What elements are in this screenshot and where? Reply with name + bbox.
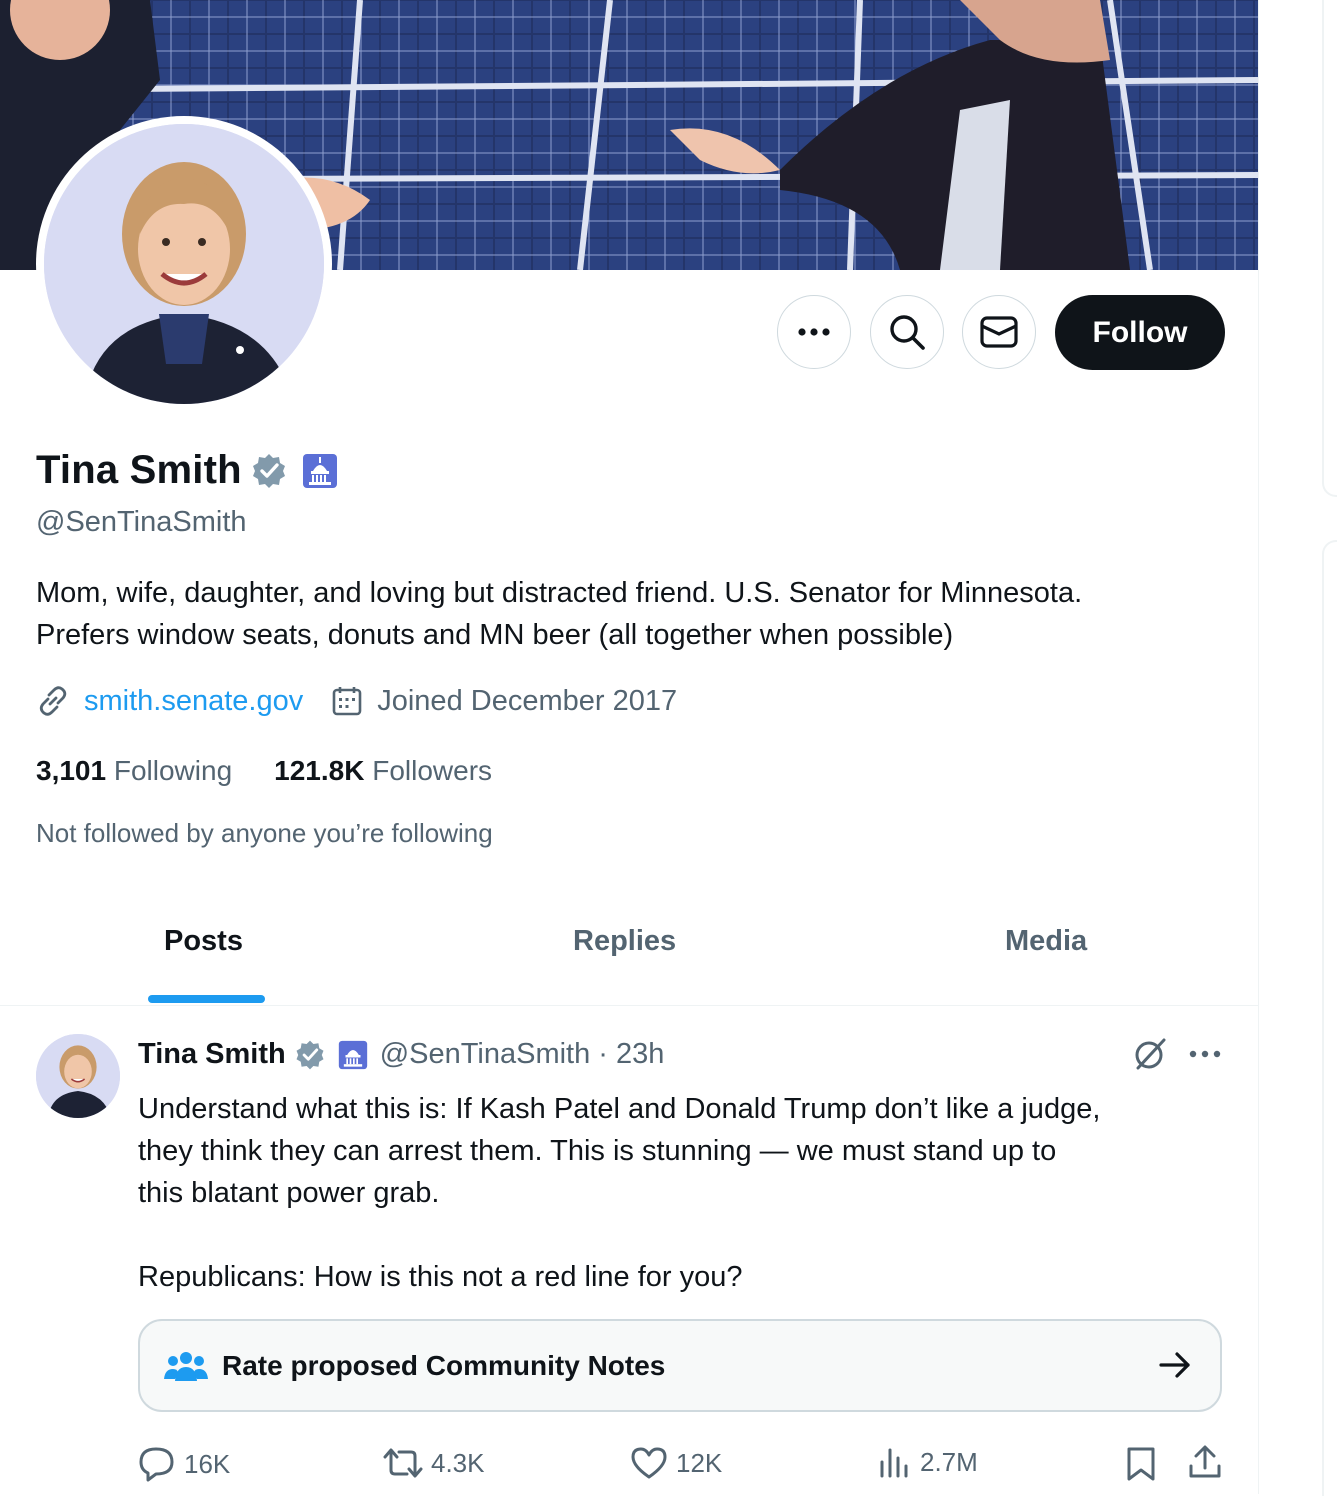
profile-meta: smith.senate.gov Joined December 2017: [36, 684, 677, 718]
tab-media[interactable]: Media: [1005, 925, 1087, 958]
bio-line: Mom, wife, daughter, and loving but dist…: [36, 577, 1083, 609]
follow-button[interactable]: Follow: [1055, 295, 1225, 370]
views-count: 2.7M: [920, 1446, 978, 1477]
like-button[interactable]: 12K: [630, 1446, 722, 1480]
search-icon: [890, 315, 925, 350]
website-link[interactable]: smith.senate.gov: [84, 685, 303, 718]
profile-avatar-frame[interactable]: [36, 116, 332, 412]
bio-line: Prefers window seats, donuts and MN beer…: [36, 619, 954, 651]
reply-count: 16K: [184, 1448, 231, 1479]
like-count: 12K: [676, 1447, 723, 1478]
following-label: Following: [113, 755, 233, 786]
search-profile-button[interactable]: [870, 295, 944, 369]
community-notes-label: Rate proposed Community Notes: [222, 1349, 666, 1381]
reply-button[interactable]: 16K: [138, 1446, 230, 1482]
more-options-button[interactable]: [777, 295, 851, 369]
avatar-image: [44, 124, 324, 404]
profile-name-row: Tina Smith: [36, 448, 338, 493]
active-tab-indicator: [148, 995, 265, 1003]
post-line: Republicans: How is this not a red line …: [138, 1261, 743, 1293]
post-line: they think they can arrest them. This is…: [138, 1135, 1057, 1167]
tab-replies[interactable]: Replies: [573, 925, 676, 958]
bookmark-icon[interactable]: [1125, 1446, 1157, 1482]
post-spacer: [138, 1214, 1228, 1256]
followers-count: 121.8K: [274, 755, 365, 786]
analytics-icon: [880, 1448, 908, 1478]
share-icon[interactable]: [1188, 1444, 1222, 1480]
side-panel-edge: [1322, 0, 1337, 497]
verified-badge-icon[interactable]: [294, 1039, 326, 1071]
profile-name: Tina Smith: [36, 448, 242, 492]
profile-column: Follow Tina Smith @SenTinaSmith Mom, wif…: [0, 0, 1259, 1494]
post-author-name[interactable]: Tina Smith: [138, 1038, 286, 1071]
repost-icon: [383, 1448, 423, 1478]
side-panel-edge: [1322, 540, 1337, 1496]
post-handle-time[interactable]: @SenTinaSmith · 23h: [380, 1038, 665, 1071]
tab-posts[interactable]: Posts: [164, 925, 243, 958]
following-count: 3,101: [36, 755, 107, 786]
heart-icon: [631, 1447, 667, 1479]
government-affiliation-icon[interactable]: [302, 453, 338, 489]
profile-handle: @SenTinaSmith: [36, 506, 247, 538]
following-link[interactable]: 3,101 Following: [36, 755, 232, 787]
mail-icon: [980, 316, 1018, 348]
views-button[interactable]: 2.7M: [878, 1446, 978, 1478]
repost-count: 4.3K: [431, 1447, 485, 1478]
arrow-right-icon: [1159, 1352, 1190, 1378]
reply-icon: [139, 1447, 174, 1482]
followers-link[interactable]: 121.8K Followers: [274, 755, 492, 787]
more-icon: [798, 328, 830, 336]
post[interactable]: Tina Smith @SenTinaSmith · 23h Understan…: [0, 1006, 1258, 1494]
profile-avatar[interactable]: [44, 124, 324, 404]
follow-counts: 3,101 Following 121.8K Followers: [36, 755, 492, 787]
grok-icon[interactable]: [1132, 1036, 1168, 1072]
message-button[interactable]: [962, 295, 1036, 369]
verified-badge-icon[interactable]: [250, 452, 288, 490]
repost-button[interactable]: 4.3K: [383, 1446, 485, 1480]
post-header: Tina Smith @SenTinaSmith · 23h: [138, 1038, 664, 1071]
post-line: Understand what this is: If Kash Patel a…: [138, 1093, 1101, 1125]
post-text: Understand what this is: If Kash Patel a…: [138, 1088, 1228, 1298]
post-avatar[interactable]: [36, 1034, 120, 1118]
link-icon: [39, 686, 67, 716]
followers-label: Followers: [372, 755, 493, 786]
post-avatar-image: [36, 1034, 120, 1118]
people-icon: [164, 1351, 208, 1381]
post-line: this blatant power grab.: [138, 1177, 440, 1209]
calendar-icon: [332, 687, 362, 716]
government-affiliation-icon[interactable]: [338, 1040, 368, 1070]
joined-date: Joined December 2017: [377, 684, 678, 717]
community-notes-button[interactable]: Rate proposed Community Notes: [138, 1319, 1222, 1412]
profile-tabs: Posts Replies Media: [0, 905, 1258, 1006]
followed-by-text: Not followed by anyone you’re following: [36, 818, 493, 848]
post-more-icon[interactable]: [1188, 1049, 1222, 1059]
profile-bio: Mom, wife, daughter, and loving but dist…: [36, 572, 1236, 656]
